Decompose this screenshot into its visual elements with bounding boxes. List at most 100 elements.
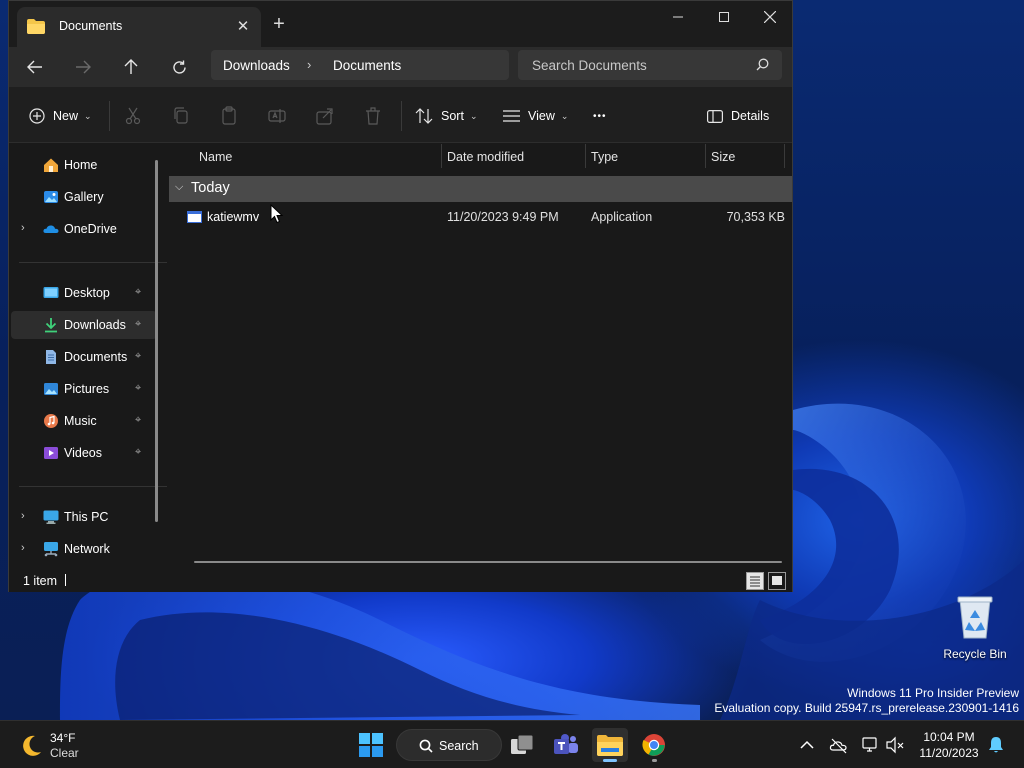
copy-icon[interactable] (171, 106, 191, 126)
close-tab-icon[interactable]: ✕ (231, 15, 255, 39)
weather-widget[interactable]: 34°F Clear (18, 729, 108, 763)
group-header-today[interactable]: ⌵ Today (169, 176, 792, 202)
file-explorer-icon (597, 735, 623, 756)
title-bar[interactable]: Documents ✕ + (9, 1, 792, 47)
sidebar-item-videos[interactable]: Videos ⌖ (11, 439, 157, 467)
file-explorer-app-button[interactable] (592, 728, 628, 762)
sidebar-item-gallery[interactable]: Gallery (11, 183, 157, 211)
onedrive-offline-icon[interactable] (829, 735, 849, 755)
task-view-button[interactable] (504, 728, 540, 762)
cut-icon[interactable] (123, 106, 143, 126)
chevron-right-icon[interactable]: › (21, 222, 25, 234)
pin-icon[interactable]: ⌖ (135, 286, 141, 299)
chevron-right-icon[interactable]: › (21, 510, 25, 522)
sort-icon (415, 108, 433, 124)
details-view-button[interactable] (746, 572, 764, 590)
view-list-icon (503, 110, 520, 122)
documents-icon (46, 350, 56, 364)
sidebar-item-documents[interactable]: Documents ⌖ (11, 343, 157, 371)
column-header-type[interactable]: Type (586, 144, 705, 170)
volume-muted-icon[interactable] (885, 735, 905, 755)
taskbar-search[interactable]: Search (396, 729, 502, 761)
sidebar-scrollbar[interactable] (155, 160, 158, 522)
recycle-bin-icon (957, 596, 993, 639)
desktop-icon (43, 287, 59, 298)
up-button[interactable] (117, 53, 145, 81)
sidebar-item-desktop[interactable]: Desktop ⌖ (11, 279, 157, 307)
forward-button[interactable] (69, 53, 97, 81)
breadcrumb-documents[interactable]: Documents (333, 58, 401, 73)
start-button[interactable] (353, 728, 389, 762)
view-button[interactable]: View ⌄ (503, 104, 568, 128)
sort-label: Sort (441, 109, 464, 123)
chrome-icon (642, 734, 665, 756)
details-view-icon (750, 576, 760, 587)
sidebar-item-music[interactable]: Music ⌖ (11, 407, 157, 435)
sidebar-item-label: Videos (64, 446, 102, 460)
home-icon (44, 158, 58, 172)
close-window-button[interactable] (747, 3, 793, 31)
sidebar-item-this-pc[interactable]: › This PC (11, 503, 157, 531)
recycle-bin-shortcut[interactable]: Recycle Bin (940, 594, 1010, 661)
see-more-button[interactable]: ••• (593, 104, 607, 128)
sidebar-item-network[interactable]: › Network (11, 535, 157, 563)
paste-icon[interactable] (219, 106, 239, 126)
chevron-down-icon: ⌄ (560, 110, 569, 121)
chrome-app-button[interactable] (636, 728, 672, 762)
divider (401, 101, 402, 131)
details-pane-icon (707, 109, 723, 123)
sidebar-item-pictures[interactable]: Pictures ⌖ (11, 375, 157, 403)
chevron-right-icon[interactable]: › (21, 542, 25, 554)
new-tab-button[interactable]: + (267, 13, 291, 37)
pin-icon[interactable]: ⌖ (135, 446, 141, 459)
sidebar-item-home[interactable]: Home (11, 151, 157, 179)
tab-title: Documents (59, 19, 123, 33)
minimize-button[interactable] (655, 3, 701, 31)
column-header-name[interactable]: Name (167, 144, 441, 170)
pin-icon[interactable]: ⌖ (135, 414, 141, 427)
rename-icon[interactable] (267, 106, 287, 126)
column-header-size[interactable]: Size (706, 144, 784, 170)
search-input[interactable] (518, 50, 748, 80)
mouse-cursor-icon (270, 204, 284, 224)
delete-icon[interactable] (363, 106, 383, 126)
share-icon[interactable] (315, 106, 335, 126)
teams-app-button[interactable] (548, 728, 584, 762)
pin-icon[interactable]: ⌖ (135, 350, 141, 363)
system-clock[interactable]: 10:04 PM 11/20/2023 (916, 729, 982, 761)
file-row[interactable]: katiewmv 11/20/2023 9:49 PM Application … (169, 204, 792, 230)
pin-icon[interactable]: ⌖ (135, 382, 141, 395)
maximize-button[interactable] (701, 3, 747, 31)
back-button[interactable] (21, 53, 49, 81)
horizontal-scrollbar[interactable] (194, 561, 782, 563)
new-button[interactable]: New ⌄ (29, 104, 92, 128)
refresh-button[interactable] (165, 53, 193, 81)
sort-button[interactable]: Sort ⌄ (415, 104, 477, 128)
pc-icon (43, 510, 59, 524)
notification-bell-icon[interactable] (986, 735, 1006, 755)
column-divider[interactable] (784, 144, 785, 168)
tab-documents[interactable]: Documents ✕ (17, 7, 261, 47)
sidebar-item-onedrive[interactable]: › OneDrive (11, 215, 157, 243)
column-header-date-modified[interactable]: Date modified (442, 144, 585, 170)
pictures-icon (44, 383, 58, 395)
tiles-view-button[interactable] (768, 572, 786, 590)
address-bar[interactable]: Downloads › Documents (211, 50, 509, 80)
network-icon (44, 542, 58, 557)
search-box[interactable] (518, 50, 782, 80)
chevron-down-icon[interactable]: ⌵ (175, 181, 183, 194)
pin-icon[interactable]: ⌖ (135, 318, 141, 331)
search-icon[interactable] (756, 58, 769, 71)
sidebar-item-downloads[interactable]: Downloads ⌖ (11, 311, 157, 339)
watermark-line: Windows 11 Pro Insider Preview (847, 686, 1019, 700)
maximize-icon (719, 12, 729, 22)
chevron-up-icon[interactable] (797, 735, 817, 755)
sidebar-divider (19, 262, 167, 263)
sidebar-item-label: OneDrive (64, 222, 117, 236)
network-status-icon[interactable] (861, 735, 881, 755)
weather-condition: Clear (50, 746, 79, 760)
breadcrumb-separator[interactable]: › (307, 57, 311, 72)
details-button[interactable]: Details (707, 104, 769, 128)
file-size: 70,353 KB (726, 210, 785, 224)
breadcrumb-downloads[interactable]: Downloads (223, 58, 290, 73)
